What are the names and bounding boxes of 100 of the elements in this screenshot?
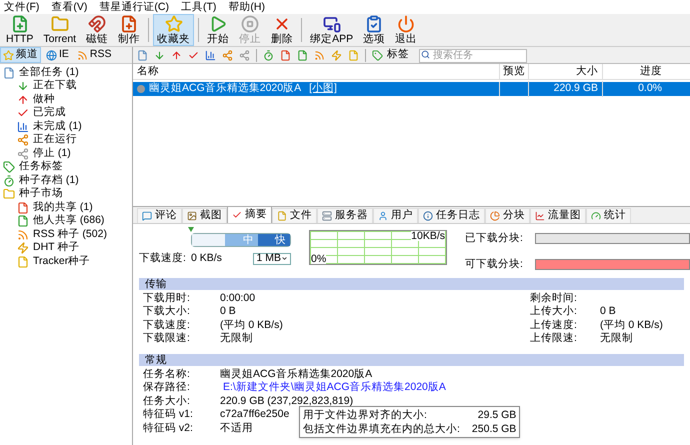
thumbnail-link[interactable]: [小图] <box>309 81 337 97</box>
menu-item[interactable]: 查看(V) <box>51 0 88 14</box>
magnet-icon <box>88 15 106 33</box>
toolbar-button[interactable]: 退出 <box>391 14 422 46</box>
field-label: 任务大小: <box>143 394 191 408</box>
filter-button[interactable] <box>314 50 325 60</box>
sidebar-tab[interactable]: 频道 <box>0 47 41 63</box>
toolbar-button[interactable]: 收藏夹 <box>153 14 194 46</box>
filter-button[interactable] <box>188 50 199 60</box>
toolbar-button[interactable]: HTTP <box>2 14 38 46</box>
rss-icon <box>17 228 29 241</box>
filter-button[interactable] <box>171 50 182 60</box>
menu-item[interactable]: 工具(T) <box>181 0 216 14</box>
tree-item[interactable]: 未完成 (1) <box>33 118 82 135</box>
tab-icon <box>142 211 152 221</box>
tree-item[interactable]: 任务标签 <box>19 159 63 176</box>
detail-tab[interactable]: 流量图 <box>530 208 586 223</box>
pieces-label: 已下载分块: <box>465 231 524 246</box>
toolbar-button[interactable]: 删除 <box>267 14 298 46</box>
column-header[interactable]: 名称 <box>133 64 499 80</box>
speed-label: 下载速度: <box>138 251 187 266</box>
sidebar-tab[interactable]: RSS <box>74 47 115 63</box>
tooltip-label: 用于文件边界对齐的大小: <box>303 408 428 422</box>
tree-item[interactable]: 停止 (1) <box>33 146 71 162</box>
tooltip-value: 250.5 GB <box>472 422 516 436</box>
field-label: 下载限速: <box>143 331 191 346</box>
field-label: 上传大小: <box>530 304 578 319</box>
tag-icon <box>372 50 383 60</box>
field-label: 下载用时: <box>143 290 191 305</box>
tooltip-label: 包括文件边界填充在内的总大小: <box>303 422 460 436</box>
column-header[interactable]: 大小 <box>528 64 602 80</box>
tree-item[interactable]: 已完成 <box>33 105 66 122</box>
down-icon <box>17 80 29 92</box>
tree-item[interactable]: 他人共享 (686) <box>33 213 104 230</box>
tag-button[interactable]: 标签 <box>372 47 409 63</box>
field-label: 剩余时间: <box>530 290 578 305</box>
section-header: 常规 <box>139 354 684 366</box>
down-icon <box>154 50 165 60</box>
field-value: (平均 0 KB/s) <box>220 318 284 332</box>
detail-tab[interactable]: 文件 <box>272 208 317 223</box>
graph-max-label: 10KB/s <box>411 231 445 241</box>
stop-icon <box>241 15 260 33</box>
tab-icon <box>232 210 242 220</box>
detail-tab[interactable]: 截图 <box>182 208 227 223</box>
toolbar-button[interactable]: 开始 <box>203 14 234 46</box>
tree-item[interactable]: 种子市场 <box>19 186 63 202</box>
detail-tab[interactable]: 评论 <box>137 208 182 223</box>
toolbar-button[interactable]: 绑定APP <box>306 14 358 46</box>
detail-tab[interactable]: 统计 <box>586 208 631 223</box>
task-name: 幽灵姐ACG音乐精选集2020版A <box>149 81 302 96</box>
detail-tab[interactable]: 摘要 <box>227 206 272 223</box>
column-header[interactable]: 进度 <box>602 64 666 80</box>
tab-icon <box>490 211 500 221</box>
field-value: 无限制 <box>220 331 254 346</box>
menu-item[interactable]: 彗星通行证(C) <box>99 0 169 14</box>
task-row[interactable]: 幽灵姐ACG音乐精选集2020版A [小图] 220.9 GB 0.0% <box>133 82 690 96</box>
tree-item[interactable]: 正在运行 <box>33 132 77 148</box>
rss-icon <box>76 50 88 60</box>
menu-item[interactable]: 文件(F) <box>4 0 40 14</box>
field-label: 任务名称: <box>143 366 191 382</box>
field-value: (平均 0 KB/s) <box>600 318 663 332</box>
toolbar-button[interactable]: 磁链 <box>82 14 112 46</box>
field-value: 0 B <box>220 304 237 320</box>
path-link[interactable]: E:\新建文件夹\幽灵姐ACG音乐精选集2020版A <box>220 380 446 396</box>
toolbar-button[interactable]: Torrent <box>39 14 80 46</box>
tab-icon <box>187 211 197 221</box>
up-icon <box>171 50 182 60</box>
filter-button[interactable] <box>137 50 148 60</box>
field-value: 不适用 <box>220 420 253 436</box>
column-header[interactable]: 预览 <box>499 64 528 80</box>
doc-icon <box>137 50 148 60</box>
detail-tab[interactable]: 用户 <box>373 208 418 223</box>
field-label: 下载大小: <box>143 304 191 319</box>
field-label: 上传速度: <box>530 318 578 332</box>
detail-tab[interactable]: 任务日志 <box>418 208 485 223</box>
toolbar-button[interactable]: 选项 <box>359 14 390 46</box>
limit-dropdown[interactable]: 1 MB <box>253 252 291 265</box>
sidebar-tab[interactable]: IE <box>43 47 72 63</box>
toolbar-button[interactable]: 制作 <box>114 14 144 46</box>
menu-item[interactable]: 帮助(H) <box>228 0 265 14</box>
field-value: 0:00:00 <box>220 290 256 306</box>
search-field[interactable]: 搜索任务 <box>419 48 527 62</box>
tree-item[interactable]: DHT 种子 <box>33 240 80 256</box>
filter-button[interactable] <box>154 50 165 60</box>
start-icon <box>209 15 228 33</box>
check-icon <box>188 50 199 60</box>
field-value: 0 B <box>600 304 616 320</box>
tab-icon <box>378 211 388 221</box>
tree-item[interactable]: 正在下载 <box>33 78 77 94</box>
folder-icon <box>3 188 15 200</box>
field-label: 上传限速: <box>530 331 578 346</box>
tree-item[interactable]: Tracker种子 <box>33 254 90 270</box>
section-header: 传输 <box>139 278 684 290</box>
detail-tab[interactable]: 服务器 <box>317 208 373 223</box>
size-cell: 220.9 GB <box>528 81 602 97</box>
progress-cell: 0.0% <box>602 81 666 97</box>
star-icon <box>3 50 14 60</box>
detail-tab[interactable]: 分块 <box>485 208 530 223</box>
speed-value: 0 KB/s <box>190 251 222 266</box>
search-icon <box>421 50 430 59</box>
